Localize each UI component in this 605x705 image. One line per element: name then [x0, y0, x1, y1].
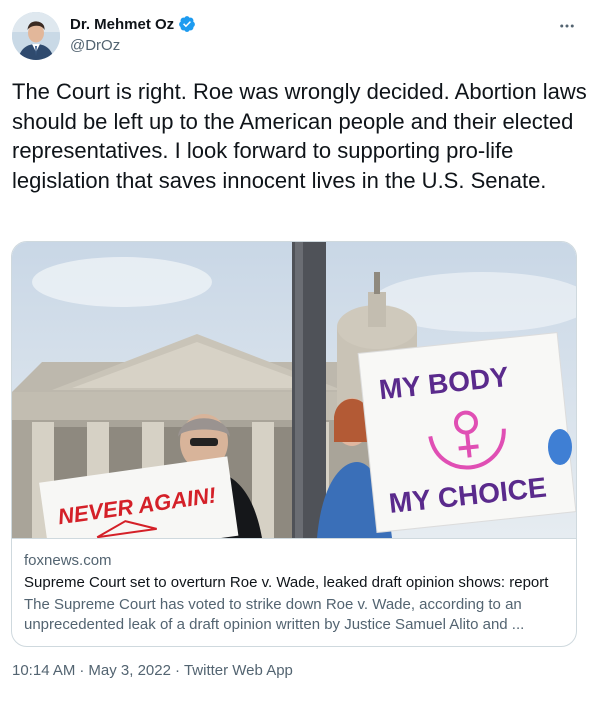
tweet: Dr. Mehmet Oz @DrOz The Court is right. … — [0, 0, 605, 705]
link-preview-card[interactable]: NEVER AGAIN! MY BODY MY CHOICE foxnews.c… — [11, 241, 577, 647]
author-handle[interactable]: @DrOz — [70, 37, 120, 54]
tweet-meta: 10:14 AM · May 3, 2022 · Twitter Web App — [12, 662, 293, 679]
meta-separator: · — [174, 662, 180, 679]
card-domain: foxnews.com — [24, 552, 112, 569]
display-name[interactable]: Dr. Mehmet Oz — [70, 16, 174, 33]
tweet-time[interactable]: 10:14 AM — [12, 662, 75, 679]
card-image[interactable]: NEVER AGAIN! MY BODY MY CHOICE — [12, 242, 576, 563]
tweet-text: The Court is right. Roe was wrongly deci… — [12, 79, 593, 193]
more-options-button[interactable] — [555, 14, 579, 38]
person-avatar-icon — [12, 12, 60, 60]
card-title: Supreme Court set to overturn Roe v. Wad… — [24, 574, 549, 591]
author-name-row[interactable]: Dr. Mehmet Oz — [70, 15, 196, 33]
tweet-source-app[interactable]: Twitter Web App — [184, 662, 293, 679]
verified-badge-icon — [178, 15, 196, 33]
more-dots-icon — [560, 24, 574, 28]
meta-separator: · — [79, 662, 85, 679]
tweet-date[interactable]: May 3, 2022 — [88, 662, 171, 679]
avatar[interactable] — [12, 12, 60, 60]
card-description: The Supreme Court has voted to strike do… — [24, 596, 525, 633]
card-info[interactable]: foxnews.com Supreme Court set to overtur… — [12, 538, 576, 646]
